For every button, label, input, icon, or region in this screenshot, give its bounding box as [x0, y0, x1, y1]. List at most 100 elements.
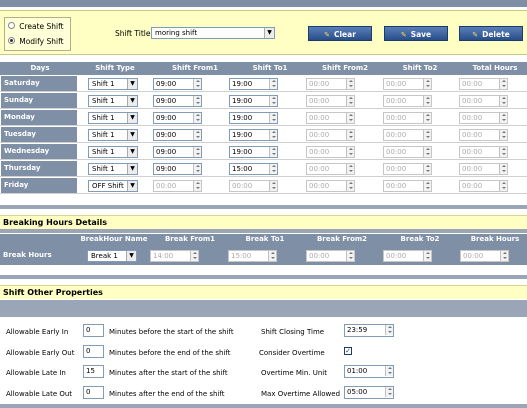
spinner-icon[interactable] [499, 79, 507, 89]
from1-input[interactable]: 09:00 [153, 78, 202, 90]
shift-type-select[interactable]: Shift 1 ▼ [88, 129, 138, 141]
shift-type-select[interactable]: Shift 1 ▼ [88, 163, 138, 175]
to2-input[interactable]: 00:00 [383, 112, 432, 124]
consider-overtime-checkbox[interactable]: ✓ [344, 347, 352, 355]
early-out-input[interactable]: 0 [83, 345, 104, 358]
spinner-icon[interactable] [269, 130, 277, 140]
spinner-icon[interactable] [346, 96, 354, 106]
spinner-icon[interactable] [268, 251, 276, 261]
total-input[interactable]: 00:00 [459, 78, 508, 90]
chevron-down-icon[interactable]: ▼ [127, 130, 137, 140]
chevron-down-icon[interactable]: ▼ [127, 96, 137, 106]
spinner-icon[interactable] [346, 79, 354, 89]
break-from1-input[interactable]: 14:00 [150, 250, 199, 262]
from1-input[interactable]: 09:00 [153, 146, 202, 158]
spinner-icon[interactable] [193, 147, 201, 157]
spinner-icon[interactable] [499, 113, 507, 123]
spinner-icon[interactable] [269, 96, 277, 106]
spinner-icon[interactable] [423, 164, 431, 174]
early-in-input[interactable]: 0 [83, 324, 104, 337]
radio-modify-shift[interactable]: Modify Shift [8, 37, 64, 47]
spinner-icon[interactable] [423, 147, 431, 157]
total-input[interactable]: 00:00 [459, 163, 508, 175]
spinner-icon[interactable] [346, 164, 354, 174]
to1-input[interactable]: 00:00 [229, 180, 278, 192]
late-in-input[interactable]: 15 [83, 365, 104, 378]
max-overtime-input[interactable]: 05:00 [344, 386, 394, 399]
from1-input[interactable]: 09:00 [153, 163, 202, 175]
spinner-icon[interactable] [269, 181, 277, 191]
spinner-icon[interactable] [269, 164, 277, 174]
late-out-input[interactable]: 0 [83, 386, 104, 399]
from2-input[interactable]: 00:00 [306, 112, 355, 124]
from1-input[interactable]: 09:00 [153, 129, 202, 141]
shift-title-select[interactable]: moring shift ▼ [151, 27, 275, 39]
to2-input[interactable]: 00:00 [383, 163, 432, 175]
total-input[interactable]: 00:00 [459, 180, 508, 192]
from2-input[interactable]: 00:00 [306, 95, 355, 107]
spinner-icon[interactable] [423, 130, 431, 140]
spinner-icon[interactable] [499, 181, 507, 191]
clear-button[interactable]: ✎ Clear [308, 26, 372, 41]
spinner-icon[interactable] [193, 79, 201, 89]
break-to1-input[interactable]: 15:00 [228, 250, 277, 262]
total-input[interactable]: 00:00 [459, 112, 508, 124]
spinner-icon[interactable] [423, 251, 431, 261]
spinner-icon[interactable] [193, 164, 201, 174]
to1-input[interactable]: 19:00 [229, 129, 278, 141]
chevron-down-icon[interactable]: ▼ [126, 251, 136, 261]
from2-input[interactable]: 00:00 [306, 78, 355, 90]
chevron-down-icon[interactable]: ▼ [264, 28, 274, 38]
spinner-icon[interactable] [500, 251, 508, 261]
break-to2-input[interactable]: 00:00 [383, 250, 432, 262]
shift-type-select[interactable]: OFF Shift ▼ [88, 180, 138, 192]
save-button[interactable]: ✎ Save [384, 26, 448, 41]
from2-input[interactable]: 00:00 [306, 163, 355, 175]
spinner-icon[interactable] [499, 130, 507, 140]
shift-type-select[interactable]: Shift 1 ▼ [88, 95, 138, 107]
chevron-down-icon[interactable]: ▼ [127, 164, 137, 174]
to1-input[interactable]: 15:00 [229, 163, 278, 175]
spinner-icon[interactable] [346, 181, 354, 191]
delete-button[interactable]: ✎ Delete [459, 26, 523, 41]
to2-input[interactable]: 00:00 [383, 180, 432, 192]
from1-input[interactable]: 09:00 [153, 95, 202, 107]
spinner-icon[interactable] [193, 113, 201, 123]
to1-input[interactable]: 19:00 [229, 146, 278, 158]
spinner-icon[interactable] [190, 251, 198, 261]
spinner-icon[interactable] [269, 113, 277, 123]
spinner-icon[interactable] [193, 130, 201, 140]
spinner-icon[interactable] [193, 96, 201, 106]
spinner-icon[interactable] [269, 147, 277, 157]
total-input[interactable]: 00:00 [459, 146, 508, 158]
chevron-down-icon[interactable]: ▼ [127, 79, 137, 89]
shift-type-select[interactable]: Shift 1 ▼ [88, 112, 138, 124]
closing-time-input[interactable]: 23:59 [344, 324, 394, 337]
chevron-down-icon[interactable]: ▼ [127, 147, 137, 157]
to2-input[interactable]: 00:00 [383, 146, 432, 158]
total-input[interactable]: 00:00 [459, 129, 508, 141]
spinner-icon[interactable] [423, 181, 431, 191]
shift-type-select[interactable]: Shift 1 ▼ [88, 146, 138, 158]
spinner-icon[interactable] [499, 164, 507, 174]
from2-input[interactable]: 00:00 [306, 146, 355, 158]
spinner-icon[interactable] [193, 181, 201, 191]
to1-input[interactable]: 19:00 [229, 78, 278, 90]
chevron-down-icon[interactable]: ▼ [127, 113, 137, 123]
overtime-unit-input[interactable]: 01:00 [344, 365, 394, 378]
to1-input[interactable]: 19:00 [229, 95, 278, 107]
radio-create-shift[interactable]: Create Shift [8, 22, 64, 32]
break-name-select[interactable]: Break 1 ▼ [87, 250, 137, 262]
spinner-icon[interactable] [385, 366, 393, 376]
to1-input[interactable]: 19:00 [229, 112, 278, 124]
radio-modify-icon[interactable] [8, 37, 15, 44]
spinner-icon[interactable] [423, 113, 431, 123]
to2-input[interactable]: 00:00 [383, 129, 432, 141]
from2-input[interactable]: 00:00 [306, 129, 355, 141]
spinner-icon[interactable] [269, 79, 277, 89]
spinner-icon[interactable] [499, 147, 507, 157]
break-total-input[interactable]: 00:00 [460, 250, 509, 262]
spinner-icon[interactable] [385, 387, 393, 397]
break-from2-input[interactable]: 00:00 [306, 250, 355, 262]
chevron-down-icon[interactable]: ▼ [127, 181, 137, 191]
